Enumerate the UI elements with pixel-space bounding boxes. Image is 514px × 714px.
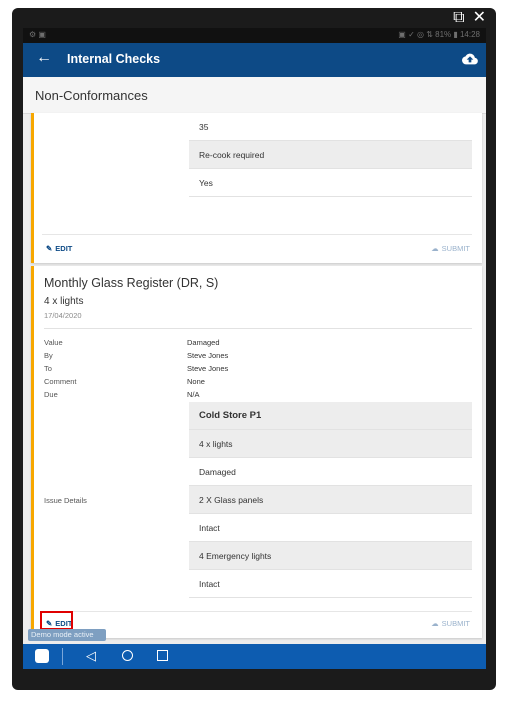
cloud-upload-icon: ☁ bbox=[431, 619, 439, 628]
status-bar: ⚙ ▣ ▣ ✓ ◎ ⇅ 81% ▮ 14:28 bbox=[23, 28, 486, 43]
issue-row: 2 X Glass panels bbox=[189, 486, 472, 514]
to-label: To bbox=[44, 364, 52, 373]
nav-divider bbox=[62, 648, 63, 665]
comment-text: None bbox=[187, 377, 205, 386]
issue-row: Intact bbox=[189, 570, 472, 598]
issue-details-label: Issue Details bbox=[44, 496, 87, 505]
card-divider bbox=[42, 611, 472, 612]
pencil-icon: ✎ bbox=[46, 244, 53, 253]
card1-detail-rows: 35 Re-cook required Yes bbox=[189, 113, 472, 197]
demo-mode-toast: Demo mode active bbox=[28, 629, 106, 641]
nonconformance-card-2: Monthly Glass Register (DR, S) 4 x light… bbox=[31, 266, 482, 638]
detail-row: Yes bbox=[189, 169, 472, 197]
device-screen: ⚙ ▣ ▣ ✓ ◎ ⇅ 81% ▮ 14:28 ← Internal Check… bbox=[23, 28, 486, 669]
arrow-left-icon[interactable]: ← bbox=[36, 49, 52, 67]
by-text: Steve Jones bbox=[187, 351, 229, 360]
app-bar: ← Internal Checks bbox=[23, 43, 486, 77]
status-left: ⚙ ▣ bbox=[29, 30, 46, 39]
home-circle-icon[interactable] bbox=[122, 650, 133, 661]
teamviewer-icon[interactable] bbox=[35, 649, 49, 663]
value-label: Value bbox=[44, 338, 63, 347]
to-text: Steve Jones bbox=[187, 364, 229, 373]
issue-row: 4 Emergency lights bbox=[189, 542, 472, 570]
close-icon[interactable]: ✕ bbox=[473, 10, 486, 26]
card-divider bbox=[44, 328, 472, 329]
issue-row: Intact bbox=[189, 514, 472, 542]
issue-detail-rows: Cold Store P1 4 x lights Damaged 2 X Gla… bbox=[189, 402, 472, 598]
by-label: By bbox=[44, 351, 53, 360]
android-nav-bar: ◁ bbox=[23, 644, 486, 669]
card-date: 17/04/2020 bbox=[44, 311, 82, 320]
submit-button[interactable]: ☁ SUBMIT bbox=[431, 244, 470, 253]
recent-apps-icon[interactable] bbox=[157, 650, 168, 661]
value-text: Damaged bbox=[187, 338, 220, 347]
detail-row: Re-cook required bbox=[189, 141, 472, 169]
issue-row: Damaged bbox=[189, 458, 472, 486]
edit-button[interactable]: ✎ EDIT bbox=[46, 244, 72, 253]
card-title: Monthly Glass Register (DR, S) bbox=[44, 276, 219, 290]
submit-button[interactable]: ☁ SUBMIT bbox=[431, 619, 470, 628]
card-subtitle: 4 x lights bbox=[44, 296, 84, 307]
edit-highlight-box bbox=[40, 611, 73, 630]
cloud-upload-icon[interactable] bbox=[462, 51, 478, 67]
page-title: Internal Checks bbox=[67, 52, 161, 66]
cloud-upload-icon: ☁ bbox=[431, 244, 439, 253]
issue-row: 4 x lights bbox=[189, 430, 472, 458]
open-external-icon[interactable]: ⧉ bbox=[453, 10, 464, 26]
detail-row: 35 bbox=[189, 113, 472, 141]
nonconformance-card-1: 35 Re-cook required Yes ✎ EDIT ☁ SUBMIT bbox=[31, 113, 482, 263]
section-title: Non-Conformances bbox=[35, 88, 148, 103]
issue-row: Cold Store P1 bbox=[189, 402, 472, 430]
back-triangle-icon[interactable]: ◁ bbox=[86, 648, 96, 664]
status-right: ▣ ✓ ◎ ⇅ 81% ▮ 14:28 bbox=[398, 30, 480, 39]
comment-label: Comment bbox=[44, 377, 77, 386]
due-text: N/A bbox=[187, 390, 200, 399]
card-divider bbox=[42, 234, 472, 235]
due-label: Due bbox=[44, 390, 58, 399]
section-header: Non-Conformances bbox=[23, 77, 486, 114]
